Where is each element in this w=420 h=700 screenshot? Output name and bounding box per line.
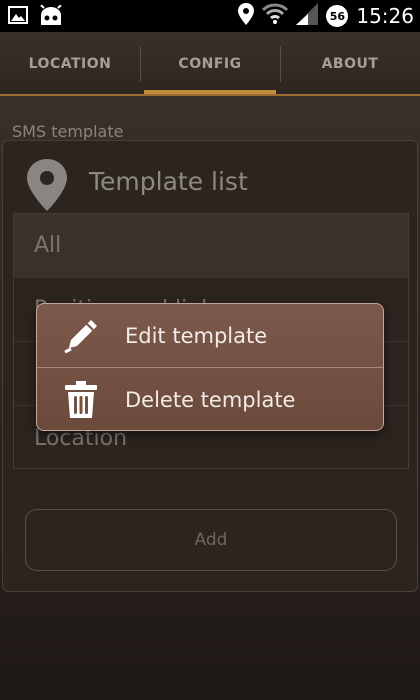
delete-template-item[interactable]: Delete template <box>37 368 383 431</box>
trash-icon <box>37 380 125 420</box>
tab-bar: LOCATION CONFIG ABOUT <box>0 32 420 96</box>
signal-icon <box>296 3 319 29</box>
delete-template-label: Delete template <box>125 387 296 412</box>
image-icon <box>8 5 28 31</box>
section-label: SMS template <box>12 122 124 141</box>
pencil-icon <box>37 316 125 356</box>
map-pin-icon <box>25 157 69 217</box>
location-pin-icon <box>238 3 255 29</box>
tab-about[interactable]: ABOUT <box>280 32 420 96</box>
status-time: 15:26 <box>356 4 414 28</box>
list-item-label: All <box>34 233 62 258</box>
edit-template-label: Edit template <box>125 323 268 348</box>
list-item[interactable]: All <box>14 214 408 278</box>
cyanogenmod-android-icon <box>38 4 64 31</box>
wifi-icon <box>262 3 289 29</box>
dialog-title: Template list <box>89 167 248 196</box>
add-button[interactable]: Add <box>25 509 397 571</box>
tab-config[interactable]: CONFIG <box>140 32 280 96</box>
status-bar: 56 15:26 <box>0 0 420 32</box>
edit-template-item[interactable]: Edit template <box>37 304 383 367</box>
tab-location[interactable]: LOCATION <box>0 32 140 96</box>
battery-badge: 56 <box>326 5 349 27</box>
context-menu: Edit template Delete template <box>36 303 384 431</box>
